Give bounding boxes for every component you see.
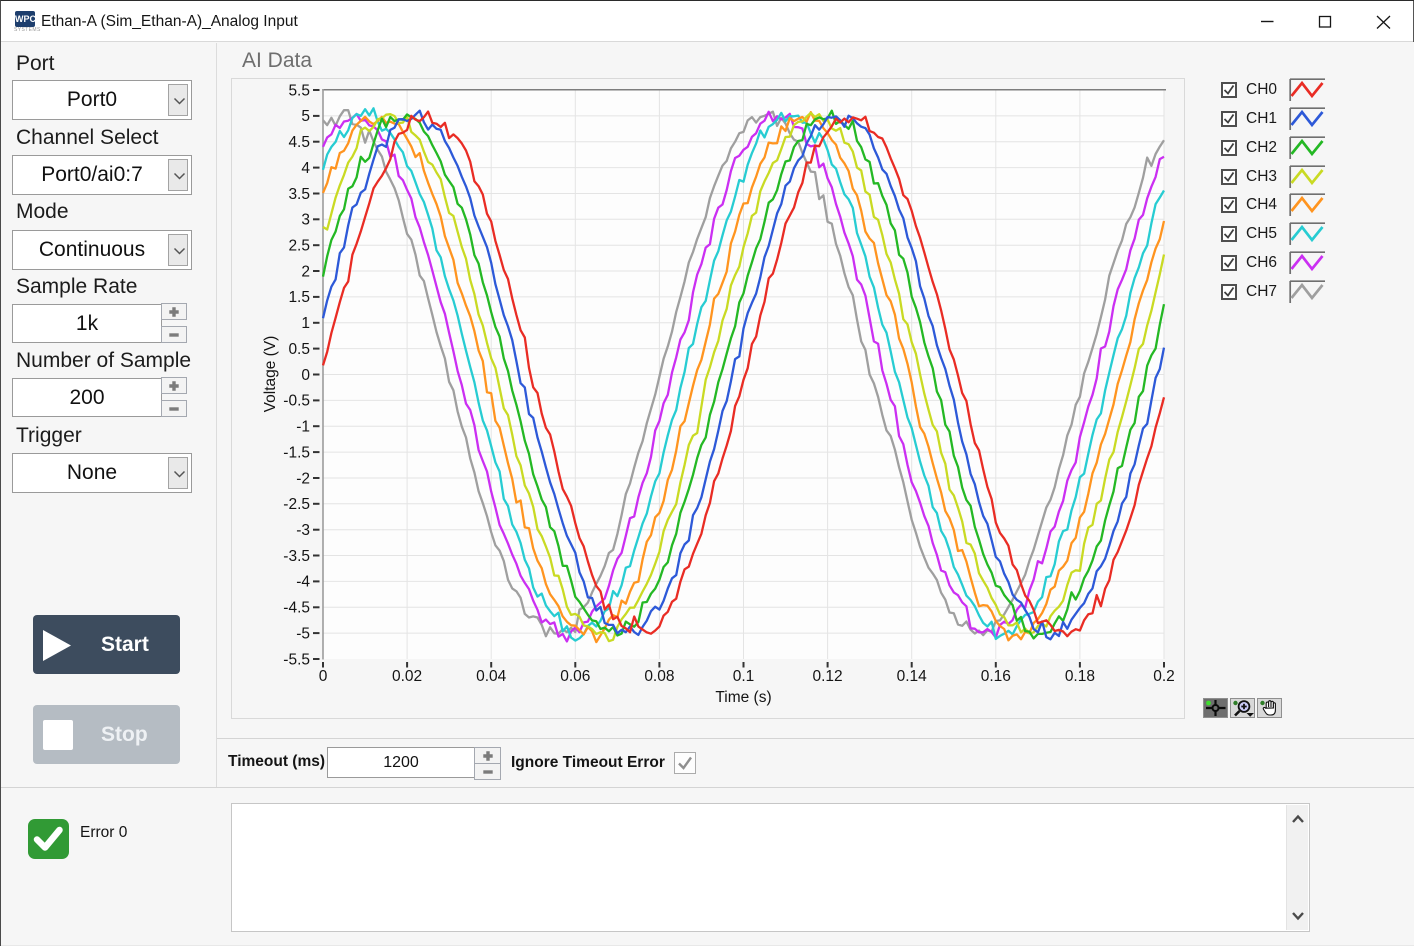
svg-text:-0.5: -0.5 [283,393,310,410]
svg-text:3: 3 [301,212,310,229]
svg-text:Time (s): Time (s) [715,689,771,706]
svg-text:2.5: 2.5 [288,238,310,255]
svg-text:1.5: 1.5 [288,289,310,306]
svg-text:3.5: 3.5 [288,186,310,203]
svg-text:-3.5: -3.5 [283,548,310,565]
svg-text:0.08: 0.08 [644,668,674,685]
svg-text:4.5: 4.5 [288,134,310,151]
svg-text:-4: -4 [296,574,310,591]
svg-text:0.5: 0.5 [288,341,310,358]
svg-text:-1: -1 [296,419,310,436]
svg-text:-1.5: -1.5 [283,444,310,461]
svg-text:4: 4 [301,160,310,177]
svg-text:0.14: 0.14 [897,668,928,685]
svg-text:0.04: 0.04 [476,668,507,685]
svg-text:-4.5: -4.5 [283,600,310,617]
svg-text:0: 0 [301,367,310,384]
svg-text:0.06: 0.06 [560,668,590,685]
svg-text:-5.5: -5.5 [283,651,310,668]
svg-text:0.2: 0.2 [1153,668,1175,685]
svg-text:Voltage (V): Voltage (V) [262,336,279,413]
svg-text:0.12: 0.12 [813,668,843,685]
svg-text:-5: -5 [296,625,310,642]
svg-text:0.02: 0.02 [392,668,422,685]
svg-text:5: 5 [301,108,310,125]
svg-text:-2: -2 [296,470,310,487]
svg-text:1: 1 [301,315,310,332]
svg-text:0: 0 [319,668,328,685]
svg-text:-3: -3 [296,522,310,539]
svg-text:0.18: 0.18 [1065,668,1095,685]
svg-text:-2.5: -2.5 [283,496,310,513]
svg-text:0.1: 0.1 [733,668,755,685]
svg-text:5.5: 5.5 [288,82,310,99]
svg-text:0.16: 0.16 [981,668,1011,685]
svg-text:2: 2 [301,263,310,280]
